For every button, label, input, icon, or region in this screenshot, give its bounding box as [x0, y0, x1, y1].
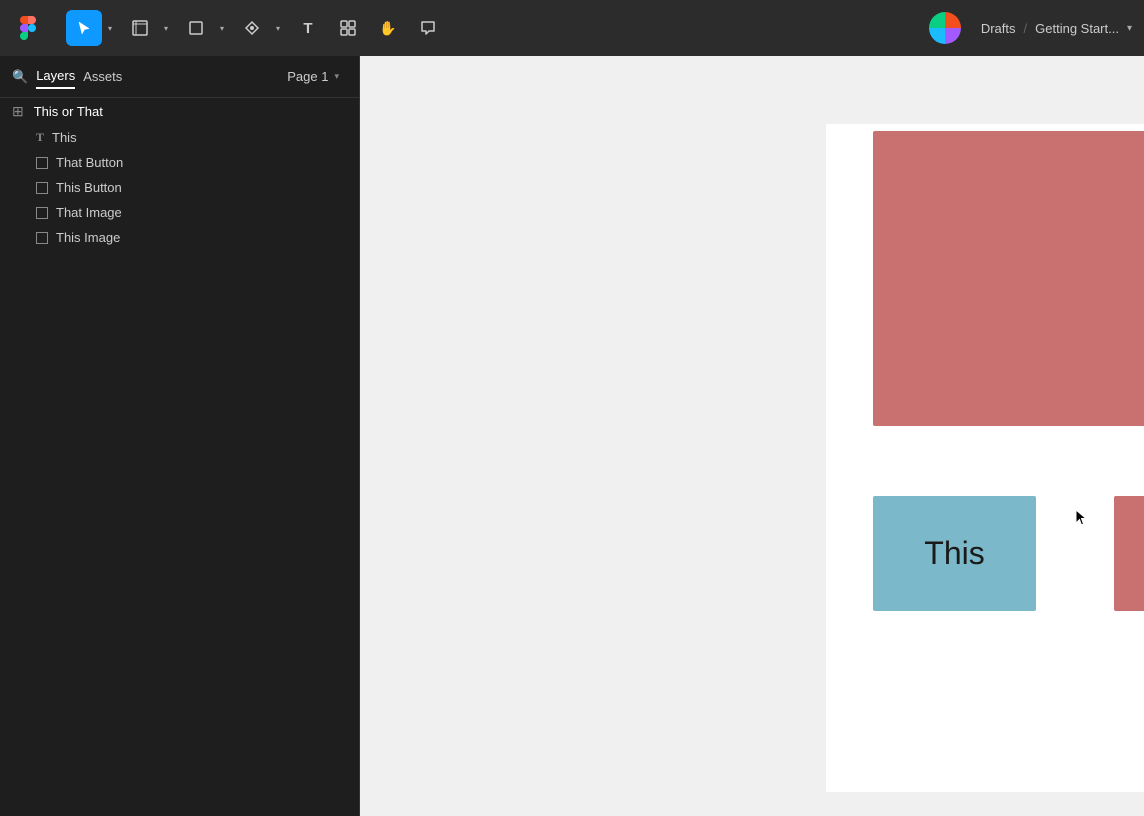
- page-chevron-icon: ▾: [334, 71, 339, 82]
- components-tool-button[interactable]: [330, 10, 366, 46]
- layer-label-that-button: That Button: [56, 155, 123, 170]
- frame-type-icon-1: [36, 157, 48, 169]
- layer-item-that-image[interactable]: That Image: [0, 200, 359, 225]
- layer-item-that-button[interactable]: That Button: [0, 150, 359, 175]
- text-type-icon: T: [36, 130, 44, 145]
- select-tool-arrow[interactable]: ▾: [102, 10, 118, 46]
- hand-tool-button[interactable]: ✋: [370, 10, 406, 46]
- layer-label-this: This: [52, 130, 77, 145]
- main-content: 🔍 Layers Assets Page 1 ▾ ⊞ This or That …: [0, 56, 1144, 816]
- layer-group-this-or-that[interactable]: ⊞ This or That: [0, 98, 359, 125]
- avatar: [929, 12, 961, 44]
- pen-tool-group: ▾: [234, 10, 286, 46]
- select-tool-button[interactable]: [66, 10, 102, 46]
- layer-group-label: This or That: [34, 104, 103, 119]
- frame-tool-group: ▾: [122, 10, 174, 46]
- layer-item-this-button[interactable]: This Button: [0, 175, 359, 200]
- layer-label-this-image: This Image: [56, 230, 120, 245]
- breadcrumb-separator: /: [1024, 21, 1028, 36]
- that-button-rect[interactable]: [1114, 496, 1144, 611]
- page-selector[interactable]: Page 1 ▾: [279, 65, 347, 88]
- pen-tool-button[interactable]: [234, 10, 270, 46]
- shape-tool-button[interactable]: [178, 10, 214, 46]
- group-hash-icon: ⊞: [12, 103, 24, 120]
- comment-tool-button[interactable]: [410, 10, 446, 46]
- tab-assets[interactable]: Assets: [83, 65, 122, 88]
- tab-layers[interactable]: Layers: [36, 64, 75, 89]
- layer-label-that-image: That Image: [56, 205, 122, 220]
- figma-logo-button[interactable]: [12, 12, 44, 44]
- page-label: Page 1: [287, 69, 328, 84]
- breadcrumb-file[interactable]: Getting Start...: [1035, 21, 1119, 36]
- toolbar-left: ▾ ▾ ▾: [12, 10, 925, 46]
- layers-panel: ⊞ This or That T This That Button This B…: [0, 98, 359, 250]
- shape-tool-arrow[interactable]: ▾: [214, 10, 230, 46]
- frame-tool-button[interactable]: [122, 10, 158, 46]
- canvas[interactable]: This: [360, 56, 1144, 816]
- chevron-down-icon[interactable]: ▾: [1127, 23, 1132, 34]
- search-icon[interactable]: 🔍: [12, 69, 28, 85]
- toolbar: ▾ ▾ ▾: [0, 0, 1144, 56]
- layer-label-this-button: This Button: [56, 180, 122, 195]
- this-button-label: This: [924, 535, 984, 572]
- frame-type-icon-2: [36, 182, 48, 194]
- sidebar: 🔍 Layers Assets Page 1 ▾ ⊞ This or That …: [0, 56, 360, 816]
- sidebar-search-icon-area: 🔍 Layers Assets: [12, 64, 122, 89]
- pen-tool-arrow[interactable]: ▾: [270, 10, 286, 46]
- breadcrumb: Drafts / Getting Start... ▾: [981, 21, 1132, 36]
- select-tool-group: ▾: [66, 10, 118, 46]
- toolbar-right: Drafts / Getting Start... ▾: [929, 12, 1132, 44]
- text-tool-button[interactable]: T: [290, 10, 326, 46]
- frame-type-icon-4: [36, 232, 48, 244]
- frame-type-icon-3: [36, 207, 48, 219]
- frame-tool-arrow[interactable]: ▾: [158, 10, 174, 46]
- that-image-rect[interactable]: [873, 131, 1144, 426]
- this-button-rect[interactable]: This: [873, 496, 1036, 611]
- breadcrumb-team[interactable]: Drafts: [981, 21, 1016, 36]
- layer-item-this-image[interactable]: This Image: [0, 225, 359, 250]
- cursor-icon: [1075, 509, 1087, 525]
- shape-tool-group: ▾: [178, 10, 230, 46]
- layer-item-this-text[interactable]: T This: [0, 125, 359, 150]
